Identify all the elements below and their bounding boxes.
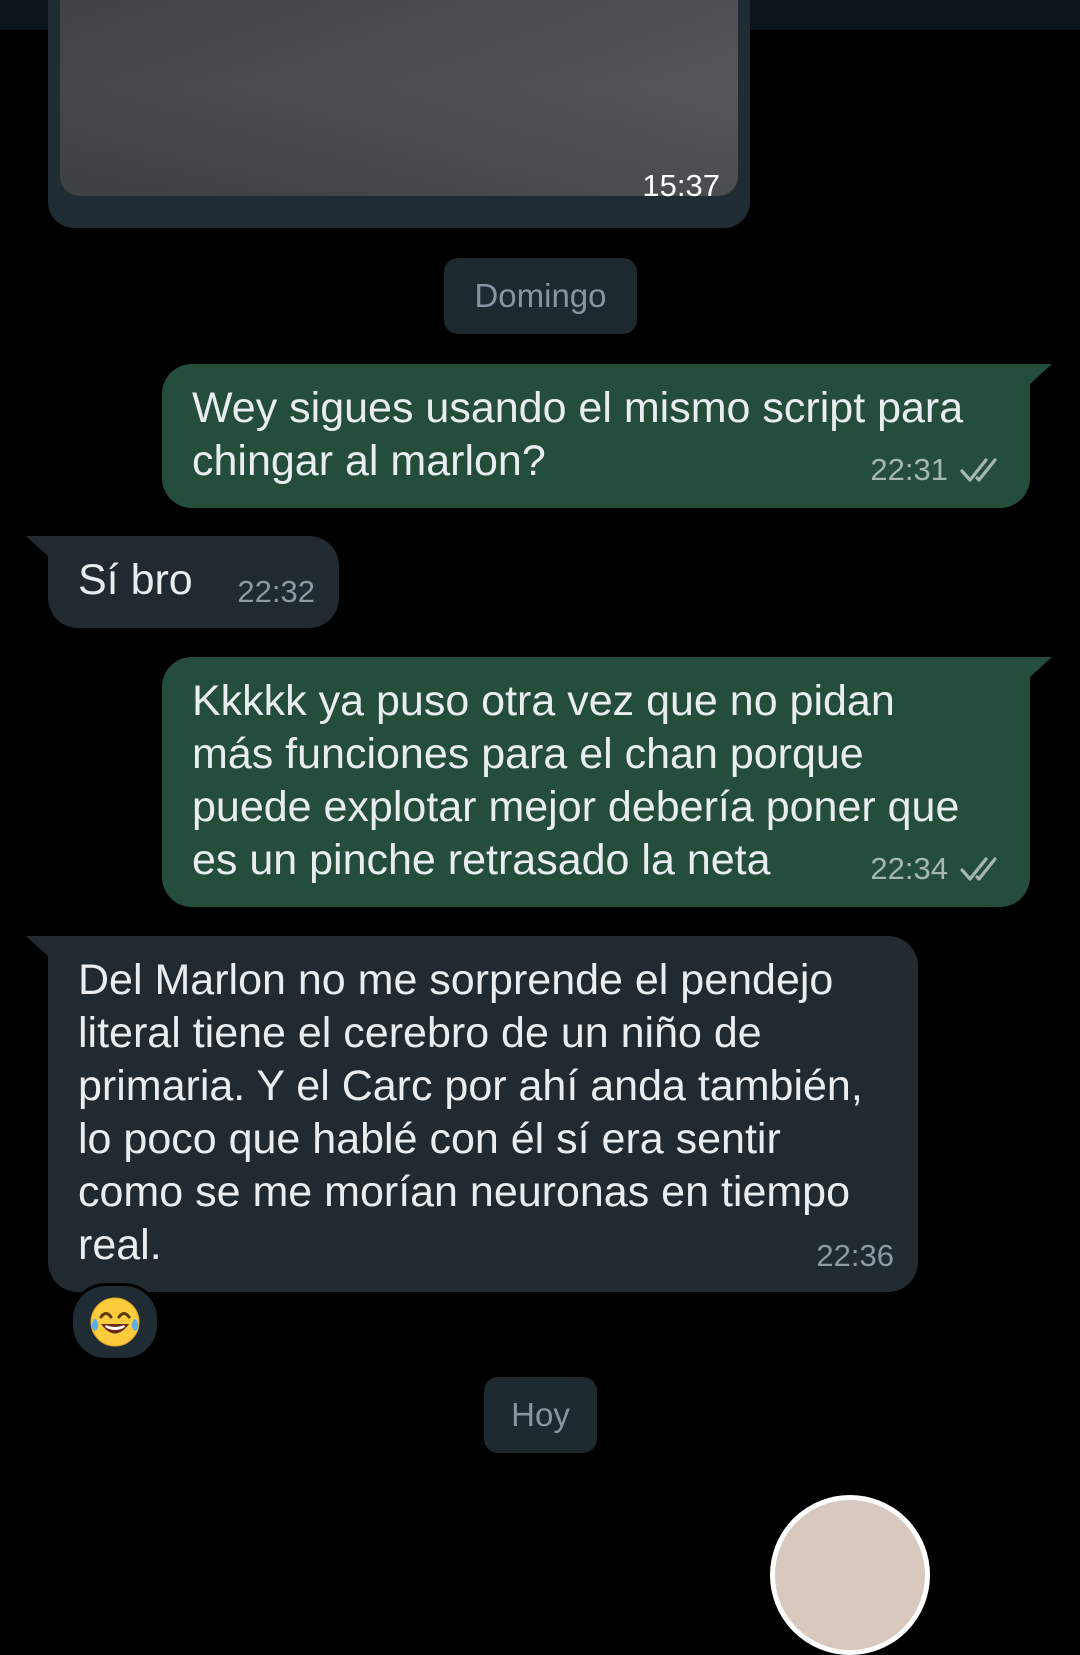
double-check-icon (960, 856, 997, 881)
face-with-tears-of-joy-icon (90, 1297, 140, 1347)
message-time: 22:32 (237, 574, 315, 609)
day-separator: Domingo (444, 258, 637, 334)
message-text: Kkkkk ya puso otra vez que no pidan más … (192, 677, 960, 884)
message-text: Sí bro (78, 556, 193, 604)
bubble-tail (1030, 364, 1052, 384)
message-time: 22:31 (870, 452, 948, 487)
outgoing-message[interactable]: Wey sigues usando el mismo script para c… (162, 364, 1052, 508)
bubble-tail (26, 536, 48, 556)
bubble-tail (26, 936, 48, 956)
message-time: 22:36 (816, 1238, 894, 1273)
message-meta: 22:31 (870, 443, 1006, 496)
incoming-message[interactable]: Del Marlon no me sorprende el pendejo li… (26, 936, 918, 1292)
day-separator: Hoy (484, 1377, 597, 1453)
message-time: 22:34 (870, 851, 948, 886)
message-text: Del Marlon no me sorprende el pendejo li… (78, 956, 863, 1269)
outgoing-message[interactable]: Kkkkk ya puso otra vez que no pidan más … (162, 657, 1052, 907)
message-meta: 22:34 (870, 842, 1006, 895)
message-text: Wey sigues usando el mismo script para c… (192, 384, 964, 485)
media-thumbnail[interactable] (60, 0, 738, 196)
incoming-message[interactable]: Sí bro 22:32 (26, 536, 339, 628)
message-time: 15:37 (642, 168, 720, 203)
sticker-preview[interactable] (770, 1495, 930, 1655)
media-message[interactable]: 15:37 (48, 0, 750, 228)
bubble-tail (1030, 657, 1052, 677)
message-reaction[interactable] (70, 1283, 160, 1361)
double-check-icon (960, 457, 997, 482)
